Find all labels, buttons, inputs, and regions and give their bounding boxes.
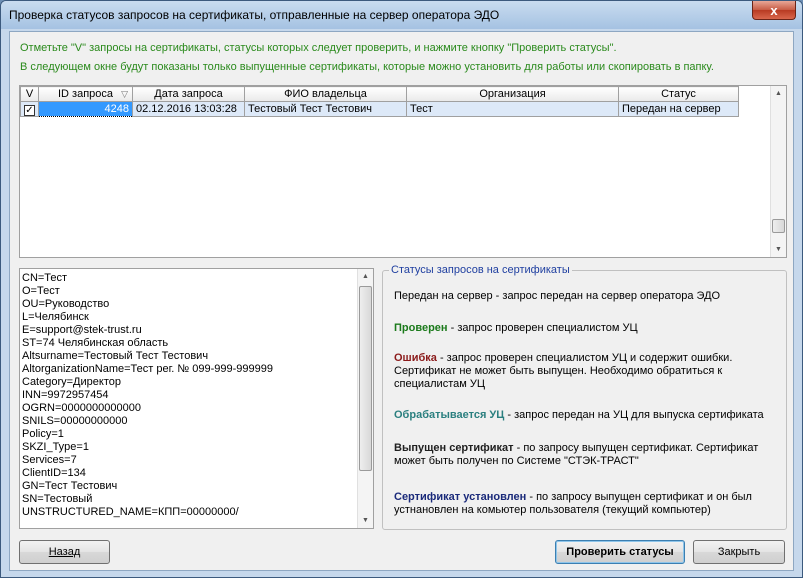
detail-line: L=Челябинск [22,311,89,323]
col-header-date[interactable]: Дата запроса [132,86,245,102]
detail-line: SKZI_Type=1 [22,441,89,453]
legend-desc: - запрос проверен специалистом УЦ [447,322,638,334]
detail-line: SNILS=00000000000 [22,415,128,427]
detail-line: GN=Тест Тестович [22,480,118,492]
close-icon: x [770,2,778,18]
window-title: Проверка статусов запросов на сертификат… [9,8,500,22]
col-header-id[interactable]: ID запроса ▽ [38,86,133,102]
col-header-owner[interactable]: ФИО владельца [244,86,407,102]
detail-line: ST=74 Челябинская область [22,337,169,349]
legend-desc: - запрос передан на УЦ для выпуска серти… [504,409,764,421]
detail-line: O=Тест [22,285,60,297]
row-checkbox-cell[interactable]: ✓ [20,101,39,117]
legend-label: Проверен [394,322,448,334]
check-statuses-button[interactable]: Проверить статусы [555,540,685,564]
col-header-id-label: ID запроса [57,88,114,100]
scroll-down-icon[interactable]: ▼ [771,242,786,257]
col-header-check[interactable]: V [20,86,39,102]
legend-label: Ошибка [394,352,437,364]
scroll-down-icon[interactable]: ▼ [358,513,373,528]
request-details-memo[interactable]: CN=Тест O=Тест OU=Руководство L=Челябинс… [19,268,374,529]
status-legend-group: Статусы запросов на сертификаты Передан … [382,264,787,530]
legend-desc: - запрос проверен специалистом УЦ и соде… [394,352,733,390]
dialog-client-area: Отметьте "V" запросы на сертификаты, ста… [9,31,794,571]
legend-item-sent: Передан на сервер - запрос передан на се… [394,290,784,303]
requests-table: V ID запроса ▽ Дата запроса ФИО владельц… [20,86,739,117]
detail-line: OGRN=0000000000000 [22,402,141,414]
row-org-cell[interactable]: Тест [406,101,619,117]
col-header-status[interactable]: Статус [618,86,739,102]
grid-vertical-scrollbar[interactable]: ▲ ▼ [770,86,786,257]
detail-line: AltorganizationName=Тест рег. № 099-999-… [22,363,273,375]
close-button[interactable]: Закрыть [693,540,785,564]
close-window-button[interactable]: x [752,1,796,20]
row-owner-cell[interactable]: Тестовый Тест Тестович [244,101,407,117]
detail-line: OU=Руководство [22,298,110,310]
legend-item-installed: Сертификат установлен - по запросу выпущ… [394,491,784,517]
detail-line: Altsurname=Тестовый Тест Тестович [22,350,209,362]
detail-line: INN=9972957454 [22,389,109,401]
table-row[interactable]: ✓ 4248 02.12.2016 13:03:28 Тестовый Тест… [20,101,739,117]
legend-item-checked: Проверен - запрос проверен специалистом … [394,322,784,335]
title-bar[interactable]: Проверка статусов запросов на сертификат… [1,1,802,29]
detail-line: SN=Тестовый [22,493,93,505]
legend-title: Статусы запросов на сертификаты [389,264,572,276]
row-id-cell[interactable]: 4248 [38,101,133,117]
row-date-cell[interactable]: 02.12.2016 13:03:28 [132,101,245,117]
legend-label: Выпущен сертификат [394,442,514,454]
detail-line: E=support@stek-trust.ru [22,324,142,336]
hint-line-2: В следующем окне будут показаны только в… [20,61,714,73]
back-button-label: Назад [48,546,81,558]
detail-line: UNSTRUCTURED_NAME=КПП=00000000/ [22,506,239,518]
scroll-up-icon[interactable]: ▲ [771,86,786,101]
back-button[interactable]: Назад [19,540,110,564]
legend-desc: - запрос передан на сервер оператора ЭДО [492,290,721,302]
detail-line: Services=7 [22,454,77,466]
row-checkbox[interactable]: ✓ [24,105,35,116]
close-button-label: Закрыть [717,546,761,558]
col-header-org[interactable]: Организация [406,86,619,102]
legend-item-processing: Обрабатывается УЦ - запрос передан на УЦ… [394,409,784,422]
sort-desc-icon: ▽ [121,89,128,99]
legend-label: Сертификат установлен [394,491,527,503]
grid-scroll-thumb[interactable] [772,219,785,233]
detail-line: ClientID=134 [22,467,86,479]
scroll-up-icon[interactable]: ▲ [358,269,373,284]
detail-line: CN=Тест [22,272,68,284]
dialog-window: Проверка статусов запросов на сертификат… [0,0,803,578]
detail-line: Category=Директор [22,376,121,388]
check-statuses-label: Проверить статусы [566,546,674,558]
details-scroll-thumb[interactable] [359,286,372,471]
details-vertical-scrollbar[interactable]: ▲ ▼ [357,269,373,528]
legend-label: Передан на сервер [394,290,493,302]
legend-item-error: Ошибка - запрос проверен специалистом УЦ… [394,352,784,391]
legend-item-issued: Выпущен сертификат - по запросу выпущен … [394,442,784,468]
requests-grid[interactable]: V ID запроса ▽ Дата запроса ФИО владельц… [19,85,787,258]
detail-line: Policy=1 [22,428,64,440]
hint-line-1: Отметьте "V" запросы на сертификаты, ста… [20,42,617,54]
legend-label: Обрабатывается УЦ [394,409,505,421]
row-status-cell[interactable]: Передан на сервер [618,101,739,117]
